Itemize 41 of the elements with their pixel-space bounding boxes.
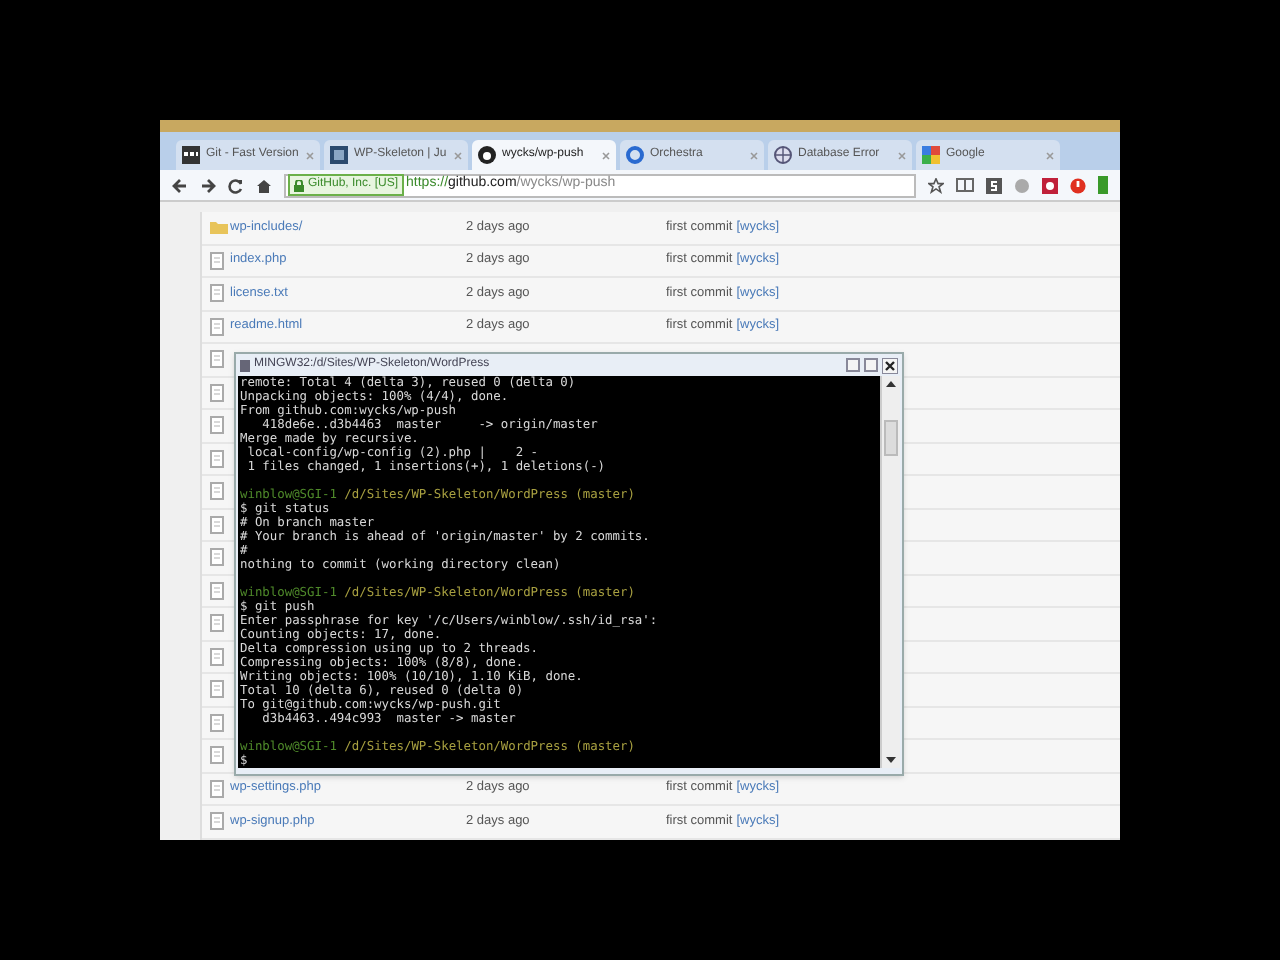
file-icon: [210, 647, 224, 666]
file-icon: [210, 746, 224, 765]
file-icon: [210, 449, 224, 468]
home-icon[interactable]: [256, 177, 272, 193]
file-icon: [210, 416, 224, 435]
circle-icon[interactable]: [1070, 177, 1086, 193]
minimize-button[interactable]: [846, 358, 860, 372]
folder-icon: [210, 220, 228, 235]
file-icon: [210, 251, 224, 270]
file-icon: [210, 581, 224, 600]
file-icon: [210, 812, 224, 831]
google-icon: [922, 146, 940, 164]
file-icon: [210, 482, 224, 501]
forward-arrow-icon[interactable]: [200, 177, 216, 193]
file-icon: [210, 779, 224, 798]
globe-icon: [774, 146, 792, 164]
scroll-thumb[interactable]: [884, 420, 898, 456]
file-icon: [210, 284, 224, 303]
file-icon: [210, 350, 224, 369]
file-icon: [210, 614, 224, 633]
scrollbar[interactable]: [880, 376, 900, 768]
back-arrow-icon[interactable]: [172, 177, 188, 193]
close-icon[interactable]: [882, 357, 898, 373]
file-icon: [210, 548, 224, 567]
terminal-icon: [240, 359, 250, 371]
extension-icon[interactable]: [986, 177, 1002, 193]
maximize-button[interactable]: [864, 358, 878, 372]
file-icon: [210, 515, 224, 534]
file-icon: [210, 713, 224, 732]
lock-icon: [294, 179, 304, 191]
square-icon: [330, 146, 348, 164]
ring-icon: [626, 146, 644, 164]
book-icon[interactable]: [956, 178, 974, 192]
scroll-down-icon[interactable]: [882, 752, 900, 768]
grid-icon: [182, 146, 200, 164]
star-icon[interactable]: [928, 177, 944, 193]
reload-icon[interactable]: [228, 177, 244, 193]
file-icon: [210, 317, 224, 336]
extension-icon[interactable]: [1042, 177, 1058, 193]
file-icon: [210, 680, 224, 699]
file-icon: [210, 383, 224, 402]
